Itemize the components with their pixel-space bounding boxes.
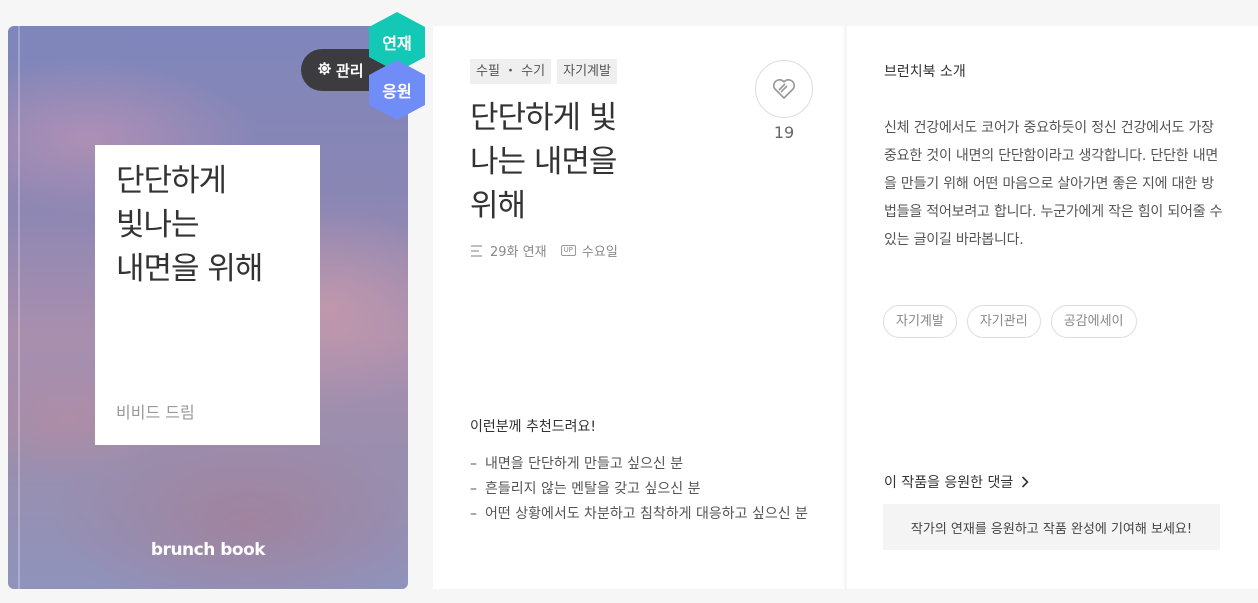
dash-icon: – — [470, 456, 477, 472]
category-tags: 수필 ・ 수기 자기계발 — [470, 59, 617, 84]
book-spine — [18, 26, 20, 589]
dash-icon: – — [470, 506, 477, 522]
brunch-book-logo: brunch book — [150, 540, 266, 560]
cheer-comments-label: 이 작품을 응원한 댓글 — [884, 475, 1014, 491]
recommend-item: – 흔들리지 않는 멘탈을 갖고 싶으신 분 — [470, 477, 810, 502]
keyword-list: 자기계발 자기관리 공감에세이 — [883, 305, 1137, 338]
category-tag[interactable]: 자기계발 — [557, 59, 617, 84]
manage-label: 관리 — [336, 62, 364, 80]
intro-text: 신체 건강에서도 코어가 중요하듯이 정신 건강에서도 가장 중요한 것이 내면… — [884, 120, 1223, 248]
book-title-line: 위해 — [470, 188, 526, 224]
recommend-item: – 어떤 상황에서도 차분하고 침착하게 대응하고 싶으신 분 — [470, 502, 810, 527]
cover-title-line: 내면을 위해 — [116, 251, 263, 287]
list-icon — [471, 244, 482, 257]
category-tag[interactable]: 수필 ・ 수기 — [470, 59, 552, 84]
keyword-chip[interactable]: 자기계발 — [883, 305, 957, 338]
cover-title-line: 빛나는 — [116, 207, 200, 243]
cover-title-line: 단단하게 — [116, 163, 227, 199]
like-count: 19 — [773, 123, 795, 142]
intro-label: 브런치북 소개 — [884, 64, 966, 80]
like-icon — [773, 79, 795, 99]
gear-icon — [318, 62, 331, 75]
cover-card: 단단하게 빛나는 내면을 위해 비비드 드림 — [95, 145, 320, 445]
update-day: 수요일 — [581, 245, 618, 260]
book-meta: 29화 연재 UP 수요일 — [470, 241, 618, 260]
book-title: 단단하게 빛 나는 내면을 위해 — [470, 96, 670, 228]
recommend-list: – 내면을 단단하게 만들고 싶으신 분 – 흔들리지 않는 멘탈을 갖고 싶으신 … — [470, 452, 810, 527]
cheer-prompt-box[interactable]: 작가의 연재를 응원하고 작품 완성에 기여해 보세요! — [883, 504, 1220, 550]
book-intro-panel: 브런치북 소개 신체 건강에서도 코어가 중요하듯이 정신 건강에서도 가장 중… — [847, 26, 1258, 589]
keyword-chip[interactable]: 공감에세이 — [1050, 305, 1137, 338]
recommend-item: – 내면을 단단하게 만들고 싶으신 분 — [470, 452, 810, 477]
cover-title: 단단하게 빛나는 내면을 위해 — [116, 159, 310, 291]
book-title-line: 단단하게 빛 — [470, 100, 617, 136]
up-icon: UP — [560, 245, 576, 256]
book-title-line: 나는 내면을 — [470, 144, 617, 180]
cover-author: 비비드 드림 — [116, 403, 195, 422]
cheer-comments-link[interactable]: 이 작품을 응원한 댓글 — [884, 472, 1029, 492]
chevron-right-icon — [1022, 476, 1029, 488]
book-cover[interactable]: 단단하게 빛나는 내면을 위해 비비드 드림 brunch book — [8, 26, 408, 589]
like-button[interactable] — [755, 60, 813, 118]
keyword-chip[interactable]: 자기관리 — [966, 305, 1041, 338]
episode-count: 29화 연재 — [490, 245, 547, 260]
recommend-heading: 이런분께 추천드려요! — [470, 419, 596, 435]
dash-icon: – — [470, 481, 477, 497]
book-info-panel: 수필 ・ 수기 자기계발 단단하게 빛 나는 내면을 위해 19 29화 연재 … — [433, 26, 844, 589]
